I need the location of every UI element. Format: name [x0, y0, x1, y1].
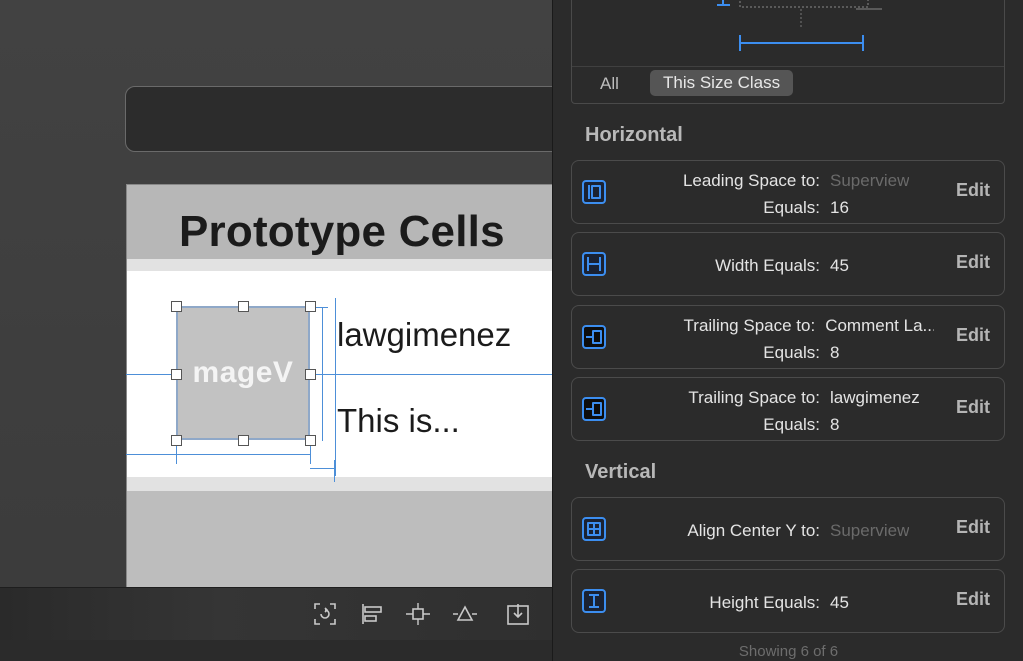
edit-button[interactable]: Edit	[956, 589, 990, 610]
resolve-issues-icon	[453, 605, 477, 621]
align-button[interactable]	[357, 599, 387, 629]
cell-separator	[127, 259, 552, 271]
constraint-value: 16	[830, 198, 849, 217]
height-guide	[322, 307, 323, 441]
constraint-row-leading[interactable]: Leading Space to: Superview Equals: 16 Edi…	[571, 160, 1005, 224]
constraint-text: Leading Space to: Superview Equals: 16	[622, 167, 934, 221]
size-class-all-tab[interactable]: All	[600, 74, 619, 94]
resize-handle[interactable]	[238, 435, 249, 446]
constraint-value: Superview	[830, 521, 910, 540]
preview-divider	[572, 66, 1004, 67]
image-view[interactable]: mageV	[176, 306, 310, 440]
resize-handle[interactable]	[171, 369, 182, 380]
constraint-text: Height Equals: 45	[622, 589, 934, 616]
cell-separator	[127, 477, 552, 491]
canvas-toolbar	[0, 587, 552, 640]
leading-space-icon	[582, 180, 606, 204]
resize-handle[interactable]	[238, 301, 249, 312]
constraint-text: Width Equals: 45	[622, 252, 934, 279]
edit-button[interactable]: Edit	[956, 397, 990, 418]
constraint-row-width[interactable]: Width Equals: 45 Edit	[571, 232, 1005, 296]
resize-handle[interactable]	[305, 301, 316, 312]
constraint-key: Align Center Y to:	[687, 521, 820, 540]
constraints-preview: All This Size Class	[571, 0, 1005, 104]
constraint-row-height[interactable]: Height Equals: 45 Edit	[571, 569, 1005, 633]
resize-handle[interactable]	[305, 435, 316, 446]
constraint-diagram	[717, 0, 882, 51]
size-inspector: All This Size Class Horizontal Leading S…	[552, 0, 1023, 661]
height-guide-tick	[314, 307, 328, 308]
constraint-value: 8	[830, 343, 840, 362]
constraint-key: Equals:	[763, 343, 820, 362]
constraint-value: lawgimenez	[830, 388, 920, 407]
name-label-guide	[335, 298, 336, 476]
constraint-value: 45	[830, 256, 849, 275]
align-icon	[362, 604, 382, 624]
constraint-key: Width Equals:	[715, 256, 820, 275]
embed-in-button[interactable]	[503, 599, 533, 629]
width-icon	[582, 252, 606, 276]
update-frames-button[interactable]	[310, 599, 340, 629]
constraint-text: Trailing Space to: lawgimenez Equals: 8	[622, 384, 934, 438]
add-constraints-button[interactable]	[403, 599, 433, 629]
width-guide-tick-right	[310, 446, 311, 464]
resize-handle[interactable]	[171, 301, 182, 312]
showing-count: Showing 6 of 6	[738, 643, 839, 660]
resize-handle[interactable]	[305, 369, 316, 380]
resolve-issues-button[interactable]	[450, 599, 480, 629]
constraint-value: 8	[830, 415, 840, 434]
storyboard-canvas: Prototype Cells mageV lawgimenez This is…	[0, 0, 552, 661]
width-guide-tick-left	[176, 446, 177, 464]
section-header: Prototype Cells	[127, 185, 552, 259]
edit-button[interactable]: Edit	[956, 252, 990, 273]
height-icon	[582, 589, 606, 613]
constraint-key: Leading Space to:	[682, 171, 820, 190]
edit-button[interactable]: Edit	[956, 180, 990, 201]
embed-in-icon	[507, 604, 529, 625]
image-view-label: mageV	[192, 356, 294, 389]
add-constraints-icon	[406, 603, 430, 625]
trailing-space-icon	[582, 325, 606, 349]
constraint-row-trailing-comment[interactable]: Trailing Space to: Comment La... Equals: 8…	[571, 305, 1005, 369]
constraint-value: 45	[830, 593, 849, 612]
align-center-y-icon	[582, 517, 606, 541]
width-guide	[176, 454, 310, 455]
constraint-text: Trailing Space to: Comment La... Equals: 8	[622, 312, 934, 366]
constraint-value: Comment La...	[825, 316, 934, 335]
trailing-space-icon	[582, 397, 606, 421]
constraint-text: Align Center Y to: Superview	[622, 517, 934, 544]
constraint-key: Equals:	[763, 415, 820, 434]
comment-label[interactable]: This is...	[337, 402, 460, 440]
constraint-key: Trailing Space to:	[688, 388, 820, 407]
constraint-row-center-y[interactable]: Align Center Y to: Superview Edit	[571, 497, 1005, 561]
vertical-heading: Vertical	[585, 461, 657, 483]
section-title: Prototype Cells	[179, 207, 505, 256]
name-label[interactable]: lawgimenez	[337, 316, 511, 354]
constraint-row-trailing-name[interactable]: Trailing Space to: lawgimenez Equals: 8 Ed…	[571, 377, 1005, 441]
empty-cell	[127, 491, 552, 595]
horizontal-heading: Horizontal	[585, 124, 683, 146]
canvas-status-strip	[0, 640, 552, 661]
search-bar[interactable]	[125, 86, 552, 152]
trailing-guide	[310, 468, 335, 469]
update-frames-icon	[314, 603, 336, 625]
leading-guide	[126, 454, 176, 455]
size-class-this-tab[interactable]: This Size Class	[650, 70, 794, 96]
constraint-value: Superview	[830, 171, 910, 190]
constraint-key: Equals:	[763, 198, 820, 217]
edit-button[interactable]: Edit	[956, 517, 990, 538]
constraint-key: Height Equals:	[709, 593, 820, 612]
edit-button[interactable]: Edit	[956, 325, 990, 346]
constraint-key: Trailing Space to:	[683, 316, 816, 335]
resize-handle[interactable]	[171, 435, 182, 446]
